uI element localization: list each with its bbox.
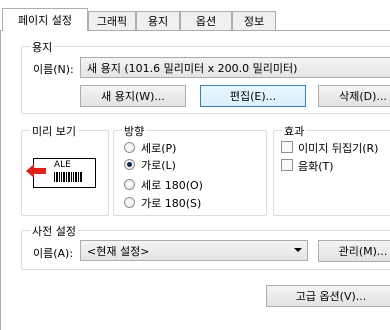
chevron-down-icon bbox=[294, 248, 302, 252]
advanced-options-button[interactable]: 고급 옵션(V)... bbox=[266, 285, 390, 307]
orientation-landscape-180-label: 가로 180(S) bbox=[141, 197, 202, 210]
tab-options[interactable]: 옵션 bbox=[180, 11, 232, 30]
tab-label: 옵션 bbox=[195, 15, 217, 28]
paper-name-label: 이름(N): bbox=[33, 63, 74, 76]
advanced-options-label: 고급 옵션(V)... bbox=[295, 290, 367, 303]
manage-presets-label: 관리(M)... bbox=[338, 245, 388, 258]
orientation-portrait-180-radio[interactable] bbox=[124, 179, 135, 190]
tab-graphics[interactable]: 그래픽 bbox=[88, 11, 136, 30]
negative-label: 음화(T) bbox=[298, 160, 334, 173]
edit-paper-button[interactable]: 편집(E)... bbox=[200, 85, 306, 107]
orientation-portrait-label: 세로(P) bbox=[141, 142, 177, 155]
tab-label: 정보 bbox=[243, 15, 265, 28]
preset-name-value: <현재 설정> bbox=[87, 244, 150, 258]
new-paper-button[interactable]: 새 용지(W)... bbox=[80, 85, 186, 107]
negative-checkbox[interactable] bbox=[281, 159, 293, 171]
feed-direction-arrow-icon bbox=[26, 164, 46, 178]
tab-strip: 페이지 설정 그래픽 용지 옵션 정보 bbox=[0, 0, 390, 31]
tab-label: 용지 bbox=[147, 15, 169, 28]
orientation-landscape-180-radio[interactable] bbox=[124, 197, 135, 208]
paper-name-select[interactable]: 새 용지 (101.6 밀리미터 x 200.0 밀리미터) bbox=[80, 57, 390, 78]
orientation-landscape-radio[interactable] bbox=[124, 159, 135, 170]
paper-group-title: 용지 bbox=[30, 39, 55, 55]
effects-group-title: 효과 bbox=[282, 123, 307, 139]
mirror-image-checkbox[interactable] bbox=[281, 141, 293, 153]
preview-sample-text: ALE bbox=[54, 160, 71, 170]
tab-page-setup[interactable]: 페이지 설정 bbox=[2, 8, 88, 31]
orientation-portrait-180-label: 세로 180(O) bbox=[141, 179, 203, 192]
orientation-portrait-radio[interactable] bbox=[124, 142, 135, 153]
paper-name-value: 새 용지 (101.6 밀리미터 x 200.0 밀리미터) bbox=[87, 61, 298, 75]
mirror-image-label: 이미지 뒤집기(R) bbox=[298, 142, 379, 155]
tab-paper[interactable]: 용지 bbox=[136, 11, 180, 30]
new-paper-label: 새 용지(W)... bbox=[101, 90, 165, 103]
tab-label: 그래픽 bbox=[96, 15, 128, 28]
delete-paper-button[interactable]: 삭제(D)... bbox=[318, 85, 390, 107]
preset-name-label: 이름(A): bbox=[33, 247, 74, 260]
presets-group-title: 사전 설정 bbox=[30, 223, 78, 239]
barcode-icon bbox=[54, 172, 82, 182]
tab-label: 페이지 설정 bbox=[17, 14, 73, 27]
tab-info[interactable]: 정보 bbox=[232, 11, 276, 30]
orientation-group-title: 방향 bbox=[122, 123, 147, 139]
orientation-landscape-label: 가로(L) bbox=[141, 159, 176, 172]
preset-name-select[interactable]: <현재 설정> bbox=[80, 240, 308, 261]
edit-paper-label: 편집(E)... bbox=[229, 90, 277, 103]
delete-paper-label: 삭제(D)... bbox=[339, 90, 387, 103]
preview-group-title: 미리 보기 bbox=[30, 123, 78, 139]
manage-presets-button[interactable]: 관리(M)... bbox=[318, 240, 390, 262]
